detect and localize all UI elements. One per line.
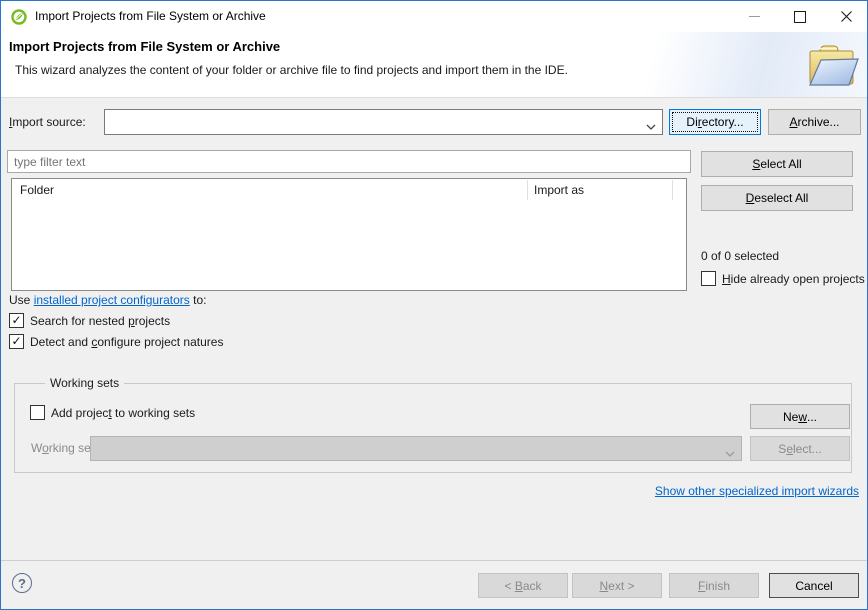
page-title: Import Projects from File System or Arch… <box>9 39 280 54</box>
chevron-down-icon <box>725 446 735 460</box>
checkbox-label: Detect and configure project natures <box>30 335 223 349</box>
column-header-folder[interactable]: Folder <box>20 179 54 201</box>
new-working-set-button[interactable]: New... <box>750 404 850 429</box>
configurators-line: Use installed project configurators to: <box>9 293 206 307</box>
checkbox-label: Hide already open projects <box>722 272 865 286</box>
minimize-button[interactable] <box>739 1 769 32</box>
group-legend: Working sets <box>45 376 124 390</box>
working-sets-combobox <box>90 436 742 461</box>
maximize-button[interactable] <box>785 1 815 32</box>
open-folder-icon <box>803 38 861 90</box>
column-divider[interactable] <box>672 180 673 200</box>
spring-leaf-icon <box>11 9 27 25</box>
archive-button[interactable]: Archive... <box>768 109 861 135</box>
import-source-input[interactable] <box>106 111 640 133</box>
checkbox-icon[interactable] <box>701 271 716 286</box>
minimize-icon <box>749 16 760 17</box>
detect-natures-checkbox[interactable]: ✓ Detect and configure project natures <box>9 334 223 349</box>
cancel-button[interactable]: Cancel <box>769 573 859 598</box>
import-source-combobox[interactable] <box>104 109 663 135</box>
finish-button: Finish <box>669 573 759 598</box>
chevron-down-icon[interactable] <box>646 119 656 133</box>
checkbox-label: Search for nested projects <box>30 314 170 328</box>
directory-button[interactable]: Directory... <box>669 109 761 135</box>
checkbox-icon[interactable] <box>30 405 45 420</box>
show-other-wizards-link[interactable]: Show other specialized import wizards <box>655 484 859 498</box>
select-all-button[interactable]: Select All <box>701 151 853 177</box>
help-button[interactable]: ? <box>12 573 32 593</box>
add-to-working-sets-checkbox[interactable]: Add project to working sets <box>30 405 195 420</box>
titlebar[interactable]: Import Projects from File System or Arch… <box>1 1 867 32</box>
checkbox-checked-icon[interactable]: ✓ <box>9 334 24 349</box>
maximize-icon <box>794 11 806 23</box>
working-sets-group: Working sets Add project to working sets… <box>14 383 852 473</box>
back-button: < Back <box>478 573 568 598</box>
checkbox-checked-icon[interactable]: ✓ <box>9 313 24 328</box>
import-wizard-dialog: Import Projects from File System or Arch… <box>0 0 868 610</box>
table-header-row: Folder Import as <box>12 179 686 201</box>
window-title: Import Projects from File System or Arch… <box>35 1 266 32</box>
installed-configurators-link[interactable]: installed project configurators <box>34 293 190 307</box>
search-nested-checkbox[interactable]: ✓ Search for nested projects <box>9 313 170 328</box>
column-header-import-as[interactable]: Import as <box>534 179 584 201</box>
filter-input[interactable] <box>7 150 691 173</box>
close-icon <box>841 11 852 22</box>
button-bar: ? < Back Next > Finish Cancel <box>1 560 867 609</box>
column-divider[interactable] <box>527 180 528 200</box>
wizard-header: Import Projects from File System or Arch… <box>1 32 867 98</box>
page-description: This wizard analyzes the content of your… <box>15 63 568 77</box>
hide-open-projects-checkbox[interactable]: Hide already open projects <box>701 271 865 286</box>
deselect-all-button[interactable]: Deselect All <box>701 185 853 211</box>
projects-table[interactable]: Folder Import as <box>11 178 687 291</box>
import-source-label: Import source: <box>9 109 86 135</box>
close-button[interactable] <box>831 1 861 32</box>
question-mark-icon: ? <box>18 576 26 591</box>
selection-status: 0 of 0 selected <box>701 249 779 263</box>
checkbox-label: Add project to working sets <box>51 406 195 420</box>
select-working-set-button: Select... <box>750 436 850 461</box>
next-button: Next > <box>572 573 662 598</box>
